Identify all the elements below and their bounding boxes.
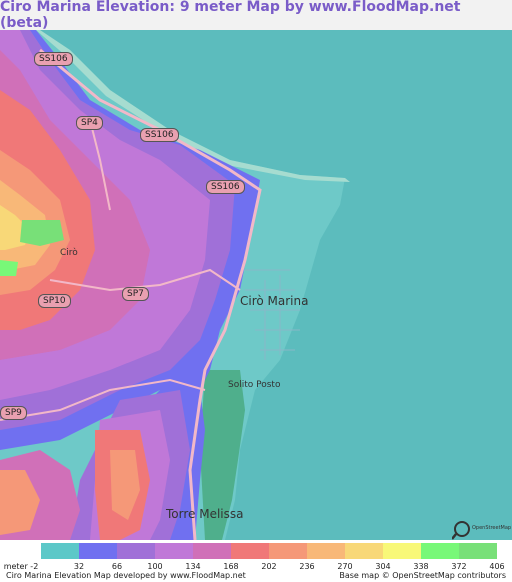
road-shield-ss106: SS106: [140, 128, 179, 142]
legend-swatch: [41, 543, 79, 559]
title-bar: Ciro Marina Elevation: 9 meter Map by ww…: [0, 0, 512, 31]
legend-swatch: [193, 543, 231, 559]
road-shield-sp9: SP9: [0, 406, 27, 420]
legend-label: meter -2: [3, 562, 39, 571]
footer: Ciro Marina Elevation Map developed by w…: [0, 571, 512, 582]
legend-tick: 168: [223, 562, 239, 571]
legend-swatch: [345, 543, 383, 559]
map-title: Ciro Marina Elevation: 9 meter Map by ww…: [0, 0, 461, 31]
road-shield-sp7: SP7: [122, 287, 149, 301]
legend-swatch: [307, 543, 345, 559]
legend-swatches: [41, 543, 497, 559]
elevation-map[interactable]: SS106 SS106 SS106 SP4 SP7 SP10 SP9 Cirò …: [0, 30, 512, 540]
place-label-solito-posto: Solito Posto: [228, 380, 281, 390]
legend-swatch: [231, 543, 269, 559]
legend-swatch: [459, 543, 497, 559]
legend-tick: 134: [185, 562, 201, 571]
elevation-band-372: [0, 260, 18, 276]
road-shield-ss106: SS106: [206, 180, 245, 194]
footer-credit-floodmap: Ciro Marina Elevation Map developed by w…: [6, 571, 246, 580]
legend-tick: 66: [111, 562, 123, 571]
legend-tick: 304: [375, 562, 391, 571]
osm-logo-text: OpenStreetMap: [472, 525, 512, 531]
legend-tick: 372: [451, 562, 467, 571]
road-shield-ss106: SS106: [34, 52, 73, 66]
road-shield-sp4: SP4: [76, 116, 103, 130]
road-shield-sp10: SP10: [38, 294, 71, 308]
legend-tick: 406: [489, 562, 505, 571]
place-label-ciro-marina: Cirò Marina: [240, 294, 309, 308]
legend-tick: 338: [413, 562, 429, 571]
legend-swatch: [383, 543, 421, 559]
legend-swatch: [155, 543, 193, 559]
legend-tick: 32: [73, 562, 85, 571]
place-label-ciro: Cirò: [60, 248, 78, 258]
place-label-torre-melissa: Torre Melissa: [166, 507, 244, 521]
legend-tick: 100: [147, 562, 163, 571]
legend-swatch: [269, 543, 307, 559]
legend-tick: 236: [299, 562, 315, 571]
openstreetmap-logo: OpenStreetMap: [451, 520, 512, 540]
legend-swatch: [79, 543, 117, 559]
footer-credit-osm: Base map © OpenStreetMap contributors: [339, 571, 506, 580]
legend-swatch: [117, 543, 155, 559]
legend-tick: 202: [261, 562, 277, 571]
legend-swatch: [421, 543, 459, 559]
map-canvas: [0, 30, 512, 540]
legend-tick: 270: [337, 562, 353, 571]
